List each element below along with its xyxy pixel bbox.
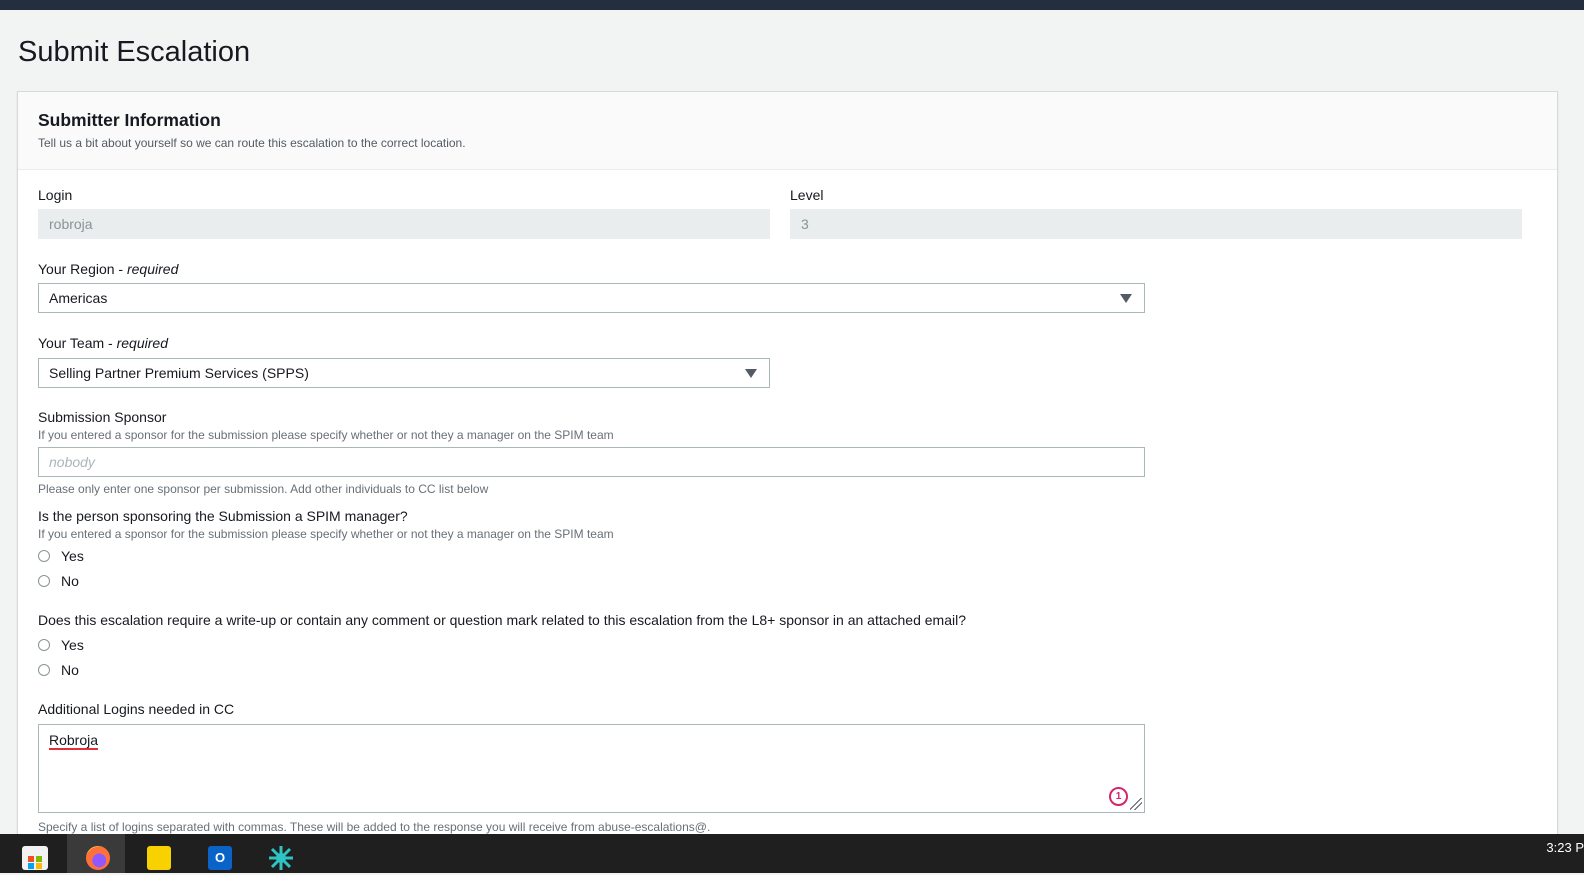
- level-field: [790, 209, 1522, 239]
- sponsor-label: Submission Sponsor: [38, 409, 167, 425]
- required-marker: required: [116, 335, 168, 351]
- login-label: Login: [38, 187, 73, 203]
- outlook-icon: O: [208, 846, 232, 870]
- sponsor-description: If you entered a sponsor for the submiss…: [38, 428, 614, 442]
- section-description: Tell us a bit about yourself so we can r…: [38, 136, 466, 150]
- taskbar-outlook[interactable]: O: [189, 834, 247, 873]
- panel-header: Submitter Information Tell us a bit abou…: [18, 92, 1557, 170]
- radio-label: Yes: [61, 548, 84, 564]
- top-nav-bar: [0, 0, 1584, 10]
- windows-taskbar: O 3:23 P: [0, 834, 1584, 873]
- page-title: Submit Escalation: [18, 36, 251, 68]
- submitter-information-panel: Submitter Information Tell us a bit abou…: [17, 91, 1558, 851]
- required-marker: required: [126, 261, 179, 277]
- section-title: Submitter Information: [38, 110, 221, 130]
- radio-button[interactable]: [38, 575, 50, 587]
- cc-label: Additional Logins needed in CC: [38, 701, 235, 717]
- spim-manager-label: Is the person sponsoring the Submission …: [38, 508, 408, 524]
- region-label: Your Region - required: [38, 261, 179, 277]
- spim-manager-description: If you entered a sponsor for the submiss…: [38, 527, 614, 541]
- team-select[interactable]: Selling Partner Premium Services (SPPS): [38, 358, 770, 388]
- taskbar-sticky-notes[interactable]: [128, 834, 186, 873]
- radio-label: No: [61, 662, 79, 678]
- store-icon: [22, 846, 48, 870]
- sponsor-hint: Please only enter one sponsor per submis…: [38, 482, 489, 496]
- region-selected-value: Americas: [49, 290, 108, 306]
- taskbar-store[interactable]: [6, 834, 64, 873]
- cc-text-value: Robroja: [49, 732, 99, 750]
- caret-down-icon: [1120, 294, 1132, 303]
- writeup-label: Does this escalation require a write-up …: [38, 612, 966, 628]
- cc-textarea[interactable]: Robroja 1: [38, 724, 1145, 813]
- taskbar-app[interactable]: [250, 834, 308, 873]
- radio-label: No: [61, 573, 79, 589]
- region-select[interactable]: Americas: [38, 283, 1145, 313]
- sponsor-input[interactable]: [38, 447, 1145, 477]
- radio-button[interactable]: [38, 639, 50, 651]
- resize-handle-icon[interactable]: [1130, 798, 1142, 810]
- taskbar-firefox[interactable]: [67, 834, 125, 873]
- level-label: Level: [790, 187, 824, 203]
- sticky-notes-icon: [147, 846, 171, 870]
- radio-label: Yes: [61, 637, 84, 653]
- caret-down-icon: [745, 369, 757, 378]
- radio-button[interactable]: [38, 550, 50, 562]
- team-label: Your Team - required: [38, 335, 168, 351]
- app-icon: [269, 846, 293, 870]
- cc-hint: Specify a list of logins separated with …: [38, 820, 711, 834]
- taskbar-clock[interactable]: 3:23 P: [1546, 840, 1584, 855]
- grammar-badge-icon[interactable]: 1: [1109, 787, 1128, 806]
- team-selected-value: Selling Partner Premium Services (SPPS): [49, 365, 309, 381]
- radio-button[interactable]: [38, 664, 50, 676]
- login-field: [38, 209, 770, 239]
- firefox-icon: [86, 846, 110, 870]
